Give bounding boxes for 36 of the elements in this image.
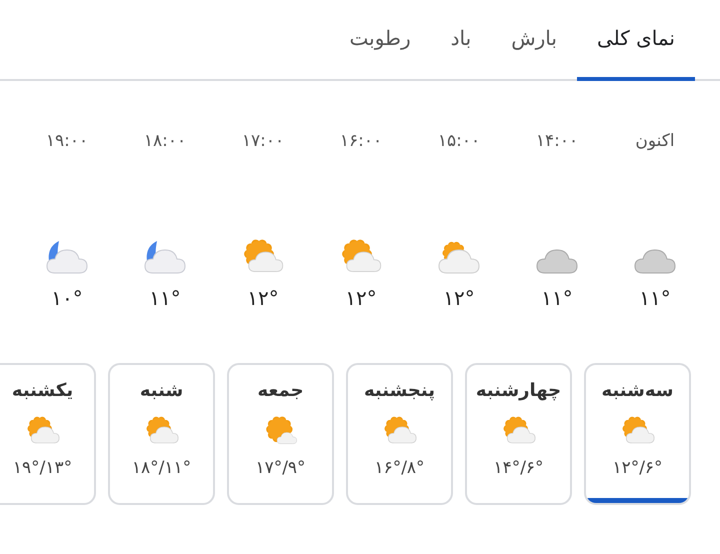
hour-label: ۱۵:۰۰ (436, 130, 482, 153)
hour-label: ۱۶:۰۰ (338, 130, 384, 153)
day-card[interactable]: سه‌شنبه ۱۲°/۶° (584, 363, 691, 505)
temperature: ۱۲° (442, 285, 476, 312)
temperature-range: ۱۹°/۱۳° (12, 457, 72, 480)
day-name: جمعه (257, 379, 304, 403)
day-name: سه‌شنبه (602, 379, 674, 403)
tab[interactable]: رطوبت (330, 23, 431, 81)
day-card[interactable]: چهارشنبه ۱۴°/۶° (465, 363, 572, 505)
day-name: چهارشنبه (476, 379, 562, 403)
day-name: پنجشنبه (364, 379, 436, 403)
temperature: ۱۲° (246, 285, 280, 312)
temperature: ۱۱° (148, 285, 182, 312)
hour-label: ۱۹:۰۰ (44, 130, 90, 153)
day-card[interactable]: پنجشنبه ۱۶°/۸° (346, 363, 453, 505)
hour-label: اکنون (634, 130, 676, 153)
tab[interactable]: بارش (491, 23, 577, 81)
temperature-range: ۱۶°/۸° (374, 457, 425, 480)
temperature: ۱۲° (344, 285, 378, 312)
tab[interactable]: نمای کلی (576, 23, 695, 81)
temperature: ۱۱° (540, 285, 574, 312)
day-name: شنبه (140, 379, 184, 403)
temperature-range: ۱۴°/۶° (493, 457, 544, 480)
day-name: یکشنبه (12, 379, 74, 403)
hour-label: ۱۴:۰۰ (534, 130, 580, 153)
tab[interactable]: باد (430, 23, 492, 81)
hour-label: ۱۸:۰۰ (142, 130, 188, 153)
temperature-range: ۱۷°/۹° (255, 457, 306, 480)
day-card[interactable]: جمعه ۱۷°/۹° (227, 363, 334, 505)
temperature: ۱۰° (50, 285, 84, 312)
hour-label: ۱۷:۰۰ (240, 130, 286, 153)
day-card[interactable]: شنبه ۱۸°/۱۱° (108, 363, 215, 505)
temperature-range: ۱۲°/۶° (612, 457, 663, 480)
day-card[interactable]: یکشنبه ۱۹°/۱۳° (0, 363, 96, 505)
temperature-range: ۱۸°/۱۱° (132, 457, 192, 480)
temperature: ۱۱° (638, 285, 672, 312)
